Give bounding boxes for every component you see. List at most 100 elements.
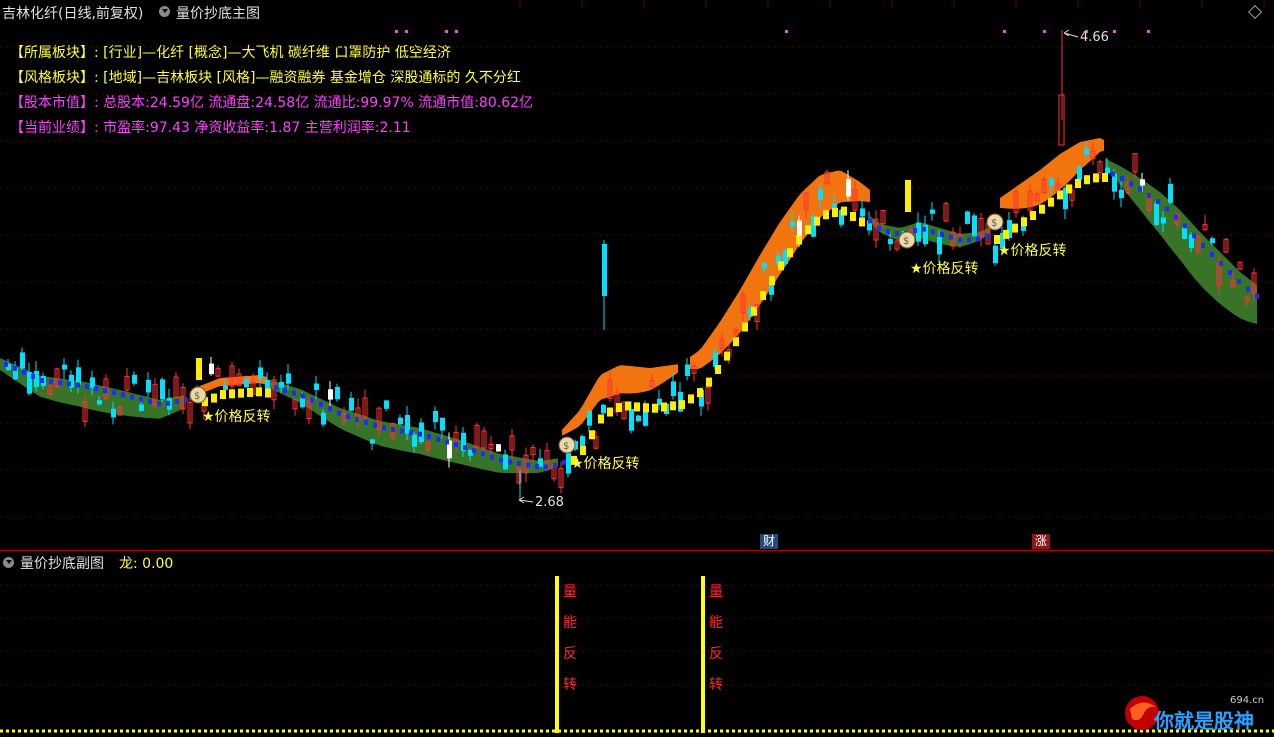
ma-dot-blue xyxy=(364,419,368,425)
ma-dot-yellow xyxy=(715,365,721,374)
candle-down xyxy=(349,397,354,411)
ma-dot-blue xyxy=(481,451,485,457)
candle-down xyxy=(384,400,389,409)
candle-down xyxy=(636,415,641,422)
ma-dot-blue xyxy=(1156,199,1160,205)
ma-dot-blue xyxy=(346,413,350,419)
ma-dot-blue xyxy=(40,378,44,383)
badge-cai[interactable]: 财 xyxy=(760,534,778,549)
ma-dot-blue xyxy=(94,386,98,392)
ma-dot-blue xyxy=(886,229,890,235)
signal-char: 量 xyxy=(709,584,723,600)
ma-dot-blue xyxy=(1129,181,1133,187)
ma-dot-yellow xyxy=(805,225,811,235)
candle-down xyxy=(713,352,718,367)
ma-dot-blue xyxy=(184,397,188,403)
candle-down xyxy=(111,408,116,418)
ma-dot-blue xyxy=(103,388,107,394)
ma-dot-blue xyxy=(157,401,161,407)
ma-dot-yellow xyxy=(670,401,676,411)
ma-dot-blue xyxy=(949,234,953,240)
candle-down xyxy=(587,411,592,426)
ma-dot-blue xyxy=(139,396,143,402)
ma-dot-blue xyxy=(373,422,377,428)
top-signal-dot xyxy=(1113,30,1116,33)
candle-down xyxy=(1084,148,1089,155)
ma-dot-blue xyxy=(391,426,395,432)
ma-dot-yellow xyxy=(733,337,739,347)
ma-dot-yellow xyxy=(841,206,847,216)
ma-dot-blue xyxy=(1147,192,1151,198)
ma-dot-blue xyxy=(517,460,521,466)
ma-dot-blue xyxy=(400,428,404,434)
ma-dot-yellow xyxy=(589,430,595,440)
ma-dot-yellow xyxy=(742,322,748,332)
candle-down xyxy=(1119,189,1124,199)
ma-dot-blue xyxy=(508,459,512,465)
badge-zhang[interactable]: 涨 xyxy=(1032,534,1050,549)
candle-down xyxy=(139,404,144,411)
ma-dot-blue xyxy=(292,390,296,396)
candle-down xyxy=(930,209,935,214)
ma-dot-blue xyxy=(409,430,413,436)
signal-char: 反 xyxy=(563,646,577,662)
candle-down xyxy=(300,397,305,408)
candles xyxy=(6,30,1257,500)
ma-dot-yellow xyxy=(598,414,604,424)
ma-dot-yellow xyxy=(679,400,685,410)
ma-dot-blue xyxy=(1210,252,1214,257)
price-high-label: 4.66 xyxy=(1080,30,1109,45)
money-bag-icons: $ $ $ $ xyxy=(189,213,1004,454)
candle-down xyxy=(398,417,403,425)
candle-down xyxy=(1168,183,1173,203)
ma-dot-blue xyxy=(1219,261,1223,266)
volume-signal-bar-2 xyxy=(701,576,705,733)
candle-down xyxy=(223,385,228,390)
candle-down xyxy=(860,208,865,217)
candle-down xyxy=(965,211,970,224)
ma-dot-blue xyxy=(112,390,116,396)
ma-dot-yellow xyxy=(616,403,622,412)
band-green-2 xyxy=(270,380,558,474)
ma-dot-blue xyxy=(1246,286,1250,292)
ma-dot-yellow xyxy=(247,387,253,397)
ma-dot-yellow xyxy=(265,388,271,398)
candle-down xyxy=(279,381,284,388)
ma-dot-blue xyxy=(274,385,278,391)
ma-dot-yellow xyxy=(850,212,856,221)
candle-down xyxy=(76,367,81,385)
ma-dot-blue xyxy=(337,410,341,416)
ma-dot-yellow xyxy=(1048,197,1054,207)
ma-dot-yellow xyxy=(751,306,757,316)
ma-dot-blue xyxy=(1174,214,1178,220)
candle-down xyxy=(888,238,893,245)
ma-dot-blue xyxy=(130,394,134,400)
ma-dot-yellow xyxy=(697,388,703,398)
ma-dot-yellow xyxy=(256,387,262,397)
top-signal-dot xyxy=(395,30,398,33)
candle-down xyxy=(1154,203,1159,225)
money-bag-symbol: $ xyxy=(991,218,997,229)
sub-chart[interactable] xyxy=(0,551,1274,737)
ma-dot-yellow xyxy=(688,394,694,404)
signal-char: 能 xyxy=(563,615,577,631)
candle-down xyxy=(370,439,375,444)
candle-down xyxy=(209,363,214,375)
ma-dot-yellow xyxy=(814,216,820,226)
sub-grid xyxy=(0,584,1274,686)
ma-dot-yellow xyxy=(1066,184,1072,194)
ma-dot-yellow xyxy=(211,393,217,403)
candle-down xyxy=(1210,238,1215,244)
ma-dot-blue xyxy=(328,406,332,412)
ma-dot-blue xyxy=(85,384,89,390)
candle-down xyxy=(1182,227,1187,239)
ma-dot-blue xyxy=(283,387,287,393)
signal-label-3: ★价格反转 xyxy=(910,261,979,277)
signal-char: 能 xyxy=(709,615,723,631)
candle-down xyxy=(972,215,977,237)
candle-down xyxy=(1161,217,1166,224)
ma-dot-blue xyxy=(13,365,17,371)
candle-down xyxy=(412,434,417,447)
candle-down xyxy=(846,179,851,197)
ma-dot-blue xyxy=(166,400,170,406)
